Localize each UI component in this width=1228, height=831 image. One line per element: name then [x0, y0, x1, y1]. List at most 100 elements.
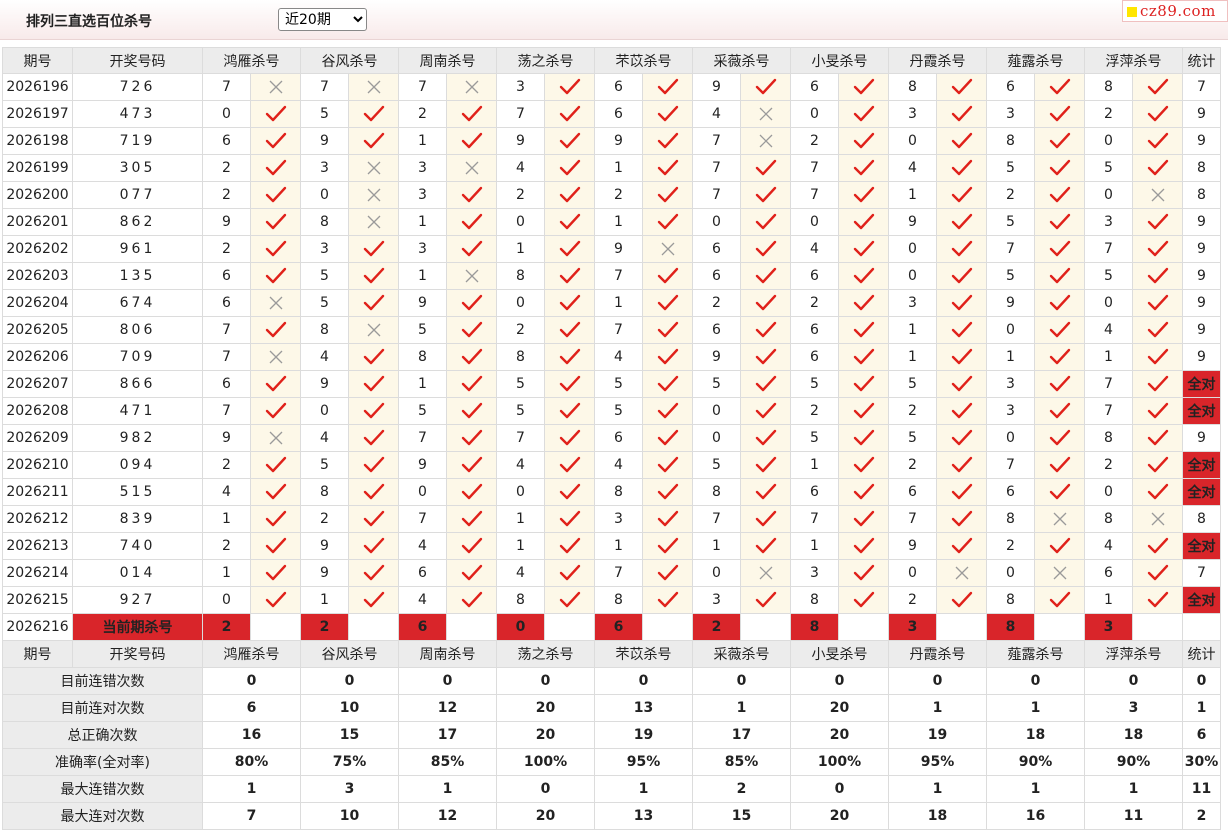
kill-number-cell: 3: [986, 397, 1035, 425]
kill-number-cell: 9: [888, 208, 937, 236]
check-icon: [1034, 208, 1085, 236]
summary-value: 0: [202, 667, 301, 695]
col-header-expert[interactable]: 荡之杀号: [496, 47, 595, 74]
check-icon: [740, 532, 791, 560]
check-icon: [250, 262, 301, 290]
period-cell: 2026203: [2, 262, 73, 290]
check-icon: [740, 289, 791, 317]
kill-number-cell: 5: [986, 262, 1035, 290]
col-header-expert[interactable]: 谷风杀号: [300, 47, 399, 74]
kill-number-cell: 1: [888, 316, 937, 344]
check-icon: [838, 370, 889, 398]
check-icon: [1132, 262, 1183, 290]
kill-number-cell: 6: [202, 289, 251, 317]
table-row: 2026207 866 6 9 1 5 5 5 5 5 3 7 全对: [2, 370, 1221, 398]
kill-number-cell: 2: [202, 235, 251, 263]
kill-number-cell: 7: [692, 181, 741, 209]
kill-number-cell: 8: [692, 478, 741, 506]
col-header-expert[interactable]: 小旻杀号: [790, 640, 889, 668]
table-row: 2026214 014 1 9 6 4 7 0 3 0 0 6 7: [2, 559, 1221, 587]
kill-number-cell: 3: [1084, 208, 1133, 236]
check-icon: [1034, 262, 1085, 290]
period-cell: 2026214: [2, 559, 73, 587]
col-header-expert[interactable]: 丹霞杀号: [888, 640, 987, 668]
col-header-expert[interactable]: 丹霞杀号: [888, 47, 987, 74]
check-icon: [250, 316, 301, 344]
kill-number-cell: 0: [986, 424, 1035, 452]
check-icon: [936, 127, 987, 155]
summary-value: 95%: [888, 748, 987, 776]
col-header-expert[interactable]: 周南杀号: [398, 47, 497, 74]
kill-number-cell: 3: [790, 559, 839, 587]
col-header-expert[interactable]: 鸿雁杀号: [202, 47, 301, 74]
col-header-expert[interactable]: 浮萍杀号: [1084, 640, 1183, 668]
kill-number-cell: 7: [790, 181, 839, 209]
kill-number-cell: 4: [888, 154, 937, 182]
kill-number-cell: 0: [692, 424, 741, 452]
col-header-expert[interactable]: 荡之杀号: [496, 640, 595, 668]
kill-number-cell: 7: [202, 73, 251, 101]
summary-row: 最大连对次数 7 10 12 20 13 15 20 18 16 11 2: [2, 802, 1221, 830]
summary-value: 0: [496, 775, 595, 803]
check-icon: [642, 424, 693, 452]
draw-number-cell: 862: [72, 208, 203, 236]
col-header-expert[interactable]: 薤露杀号: [986, 47, 1085, 74]
check-icon: [348, 100, 399, 128]
summary-value: 18: [1084, 721, 1183, 749]
period-cell: 2026206: [2, 343, 73, 371]
draw-number-cell: 094: [72, 451, 203, 479]
draw-number-cell: 982: [72, 424, 203, 452]
current-period-row: 2026216 当前期杀号 2 2 6 0 6 2 8 3 8 3: [2, 613, 1221, 641]
col-header-expert[interactable]: 鸿雁杀号: [202, 640, 301, 668]
kill-number-cell: 6: [790, 316, 839, 344]
col-header-expert[interactable]: 采薇杀号: [692, 47, 791, 74]
kill-number-cell: 2: [986, 532, 1035, 560]
check-icon: [740, 73, 791, 101]
summary-value: 90%: [986, 748, 1085, 776]
kill-number-cell: 6: [790, 73, 839, 101]
col-header-expert[interactable]: 谷风杀号: [300, 640, 399, 668]
kill-number-cell: 5: [888, 424, 937, 452]
summary-value: 20: [790, 694, 889, 722]
kill-number-cell: 7: [692, 127, 741, 155]
check-icon: [544, 532, 595, 560]
col-header-expert[interactable]: 采薇杀号: [692, 640, 791, 668]
check-icon: [544, 100, 595, 128]
check-icon: [1132, 73, 1183, 101]
check-icon: [838, 532, 889, 560]
period-cell: 2026213: [2, 532, 73, 560]
summary-value: 1: [594, 775, 693, 803]
kill-number-cell: 0: [888, 235, 937, 263]
check-icon: [1132, 100, 1183, 128]
check-icon: [936, 370, 987, 398]
col-header-expert[interactable]: 周南杀号: [398, 640, 497, 668]
site-logo[interactable]: cz89.com: [1122, 0, 1228, 22]
check-icon: [446, 559, 497, 587]
kill-number-cell: 0: [496, 478, 545, 506]
check-icon: [544, 424, 595, 452]
current-kill-number: 2: [202, 613, 251, 641]
kill-number-cell: 6: [398, 559, 447, 587]
kill-number-cell: 6: [202, 370, 251, 398]
check-icon: [544, 181, 595, 209]
check-icon: [740, 586, 791, 614]
kill-number-cell: 0: [398, 478, 447, 506]
current-kill-blank: [1132, 613, 1183, 641]
period-cell: 2026208: [2, 397, 73, 425]
col-header-expert[interactable]: 芣苡杀号: [594, 640, 693, 668]
check-icon: [250, 235, 301, 263]
table-row: 2026200 077 2 0 3 2 2 7 7 1 2 0 8: [2, 181, 1221, 209]
check-icon: [838, 586, 889, 614]
col-header-expert[interactable]: 小旻杀号: [790, 47, 889, 74]
table-row: 2026210 094 2 5 9 4 4 5 1 2 7 2 全对: [2, 451, 1221, 479]
col-header-expert[interactable]: 芣苡杀号: [594, 47, 693, 74]
period-select[interactable]: 近20期: [278, 8, 367, 31]
kill-number-cell: 7: [986, 451, 1035, 479]
col-header-expert[interactable]: 薤露杀号: [986, 640, 1085, 668]
kill-number-cell: 2: [888, 586, 937, 614]
kill-number-cell: 0: [888, 262, 937, 290]
kill-number-cell: 7: [986, 235, 1035, 263]
check-icon: [936, 505, 987, 533]
summary-value: 7: [202, 802, 301, 830]
col-header-expert[interactable]: 浮萍杀号: [1084, 47, 1183, 74]
